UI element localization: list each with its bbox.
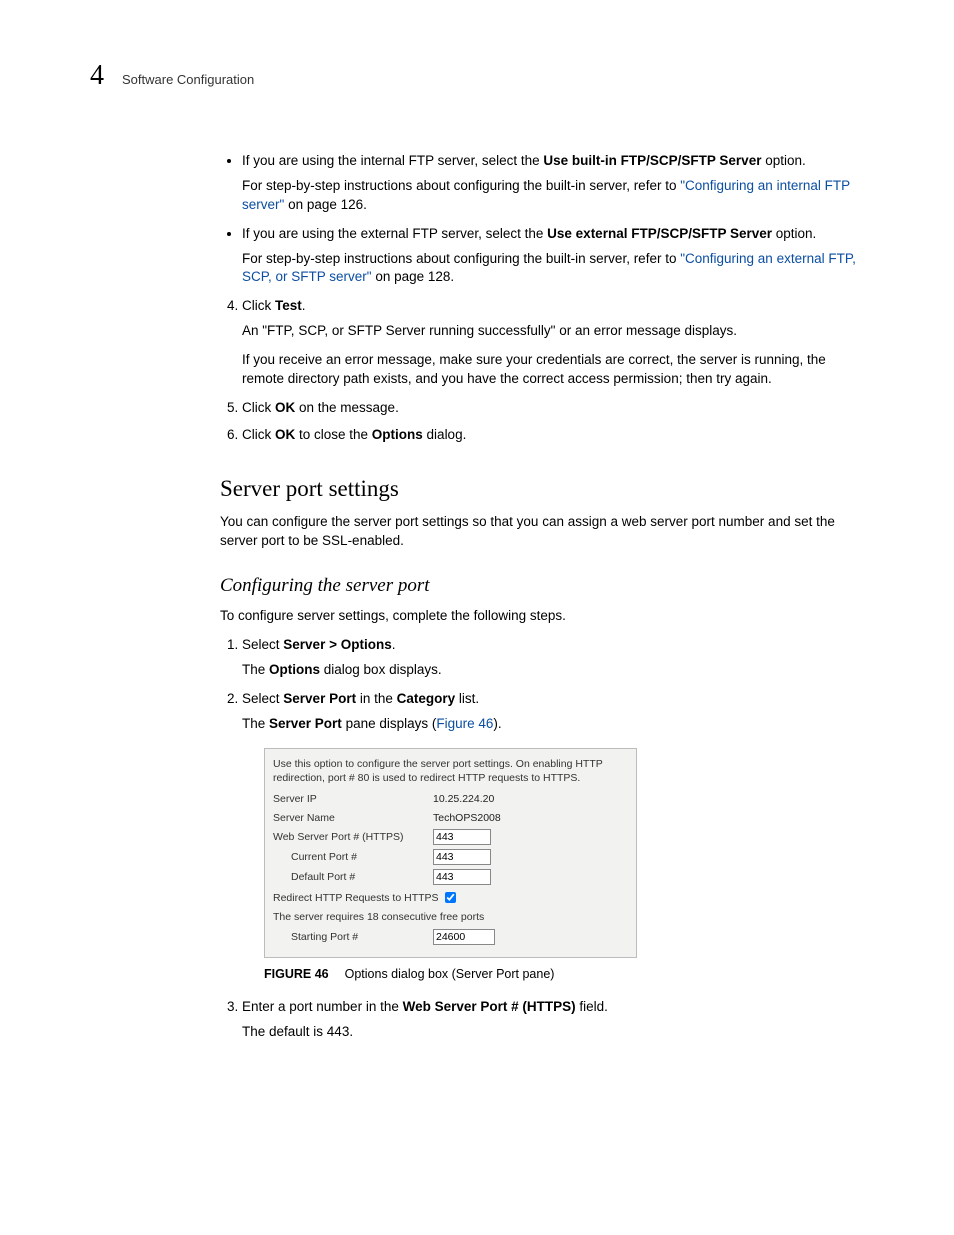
body-text: on page 128.: [372, 269, 455, 284]
step-item: Click OK to close the Options dialog.: [242, 426, 864, 445]
body-text: Enter a port number in the: [242, 999, 403, 1014]
body-text: on page 126.: [284, 197, 367, 212]
section-intro: You can configure the server port settin…: [220, 513, 864, 551]
body-text: The: [242, 716, 269, 731]
field-label-current-port: Current Port #: [273, 850, 433, 865]
body-text: Click: [242, 400, 275, 415]
section-heading: Server port settings: [220, 473, 864, 505]
body-text: dialog.: [423, 427, 467, 442]
figure-ref-link[interactable]: Figure 46: [436, 716, 493, 731]
body-text: option.: [761, 153, 805, 168]
field-row: Default Port #: [273, 869, 628, 885]
step-list-continued: Click Test. An "FTP, SCP, or SFTP Server…: [220, 297, 864, 444]
ui-ref-bold: Server Port: [269, 716, 342, 731]
ui-ref-bold: Server Port: [283, 691, 356, 706]
subsection-intro: To configure server settings, complete t…: [220, 607, 864, 626]
body-text: For step-by-step instructions about conf…: [242, 178, 680, 193]
body-text: The: [242, 662, 269, 677]
chapter-number: 4: [90, 60, 104, 92]
subsection-heading: Configuring the server port: [220, 573, 864, 600]
step-item: Select Server > Options. The Options dia…: [242, 636, 864, 680]
body-text: For step-by-step instructions about conf…: [242, 251, 680, 266]
ui-ref-bold: OK: [275, 400, 295, 415]
body-text: on the message.: [295, 400, 399, 415]
step-item: Enter a port number in the Web Server Po…: [242, 998, 864, 1042]
field-value-server-ip: 10.25.224.20: [433, 792, 494, 807]
body-text: If you are using the external FTP server…: [242, 226, 547, 241]
step-item: Click OK on the message.: [242, 399, 864, 418]
body-text: list.: [455, 691, 479, 706]
body-text: dialog box displays.: [320, 662, 442, 677]
body-text: Select: [242, 691, 283, 706]
ui-ref-bold: Use built-in FTP/SCP/SFTP Server: [543, 153, 761, 168]
step-paragraph: The Server Port pane displays (Figure 46…: [242, 715, 864, 734]
sub-paragraph: For step-by-step instructions about conf…: [242, 250, 864, 288]
body-text: pane displays (: [342, 716, 437, 731]
input-default-port[interactable]: [433, 869, 491, 885]
body-text: field.: [576, 999, 608, 1014]
ui-ref-bold: Test: [275, 298, 302, 313]
ui-ref-bold: Server > Options: [283, 637, 391, 652]
figure-caption-label: FIGURE 46: [264, 967, 329, 981]
chapter-title: Software Configuration: [122, 72, 254, 87]
body-text: Select: [242, 637, 283, 652]
step-paragraph: If you receive an error message, make su…: [242, 351, 864, 389]
ui-ref-bold: OK: [275, 427, 295, 442]
field-label-server-name: Server Name: [273, 811, 433, 826]
step-item: Select Server Port in the Category list.…: [242, 690, 864, 984]
figure-server-port-pane: Use this option to configure the server …: [264, 748, 637, 958]
field-row: Server Name TechOPS2008: [273, 811, 628, 826]
field-value-server-name: TechOPS2008: [433, 811, 501, 826]
input-current-port[interactable]: [433, 849, 491, 865]
field-label-free-ports: The server requires 18 consecutive free …: [273, 910, 484, 925]
field-row: Starting Port #: [273, 929, 628, 945]
step-paragraph: An "FTP, SCP, or SFTP Server running suc…: [242, 322, 864, 341]
field-label-redirect: Redirect HTTP Requests to HTTPS: [273, 891, 439, 906]
bullet-list: If you are using the internal FTP server…: [220, 152, 864, 287]
ui-ref-bold: Options: [269, 662, 320, 677]
field-row: The server requires 18 consecutive free …: [273, 910, 628, 925]
body-text: Click: [242, 427, 275, 442]
ui-ref-bold: Options: [372, 427, 423, 442]
body-text: Click: [242, 298, 275, 313]
ui-ref-bold: Web Server Port # (HTTPS): [403, 999, 576, 1014]
body-text: option.: [772, 226, 816, 241]
field-row: Current Port #: [273, 849, 628, 865]
input-starting-port[interactable]: [433, 929, 495, 945]
page-header: 4 Software Configuration: [90, 60, 864, 92]
body-text: in the: [356, 691, 397, 706]
body-text: .: [392, 637, 396, 652]
body-text: .: [302, 298, 306, 313]
body-text: to close the: [295, 427, 372, 442]
ui-ref-bold: Use external FTP/SCP/SFTP Server: [547, 226, 772, 241]
field-row: Redirect HTTP Requests to HTTPS: [273, 889, 628, 906]
page: 4 Software Configuration If you are usin…: [0, 0, 954, 1235]
step-list: Select Server > Options. The Options dia…: [220, 636, 864, 1041]
body-text: If you are using the internal FTP server…: [242, 153, 543, 168]
checkbox-redirect-https[interactable]: [445, 892, 456, 903]
field-label-starting-port: Starting Port #: [273, 930, 433, 945]
field-label-server-ip: Server IP: [273, 792, 433, 807]
content-body: If you are using the internal FTP server…: [220, 152, 864, 1041]
step-paragraph: The default is 443.: [242, 1023, 864, 1042]
body-text: ).: [493, 716, 501, 731]
step-item: Click Test. An "FTP, SCP, or SFTP Server…: [242, 297, 864, 389]
input-web-port[interactable]: [433, 829, 491, 845]
figure-caption-text: Options dialog box (Server Port pane): [345, 967, 555, 981]
step-paragraph: The Options dialog box displays.: [242, 661, 864, 680]
sub-paragraph: For step-by-step instructions about conf…: [242, 177, 864, 215]
field-label-default-port: Default Port #: [273, 870, 433, 885]
field-row: Server IP 10.25.224.20: [273, 792, 628, 807]
figure-caption: FIGURE 46 Options dialog box (Server Port…: [264, 966, 864, 984]
field-row: Web Server Port # (HTTPS): [273, 829, 628, 845]
ui-ref-bold: Category: [397, 691, 456, 706]
figure-description: Use this option to configure the server …: [273, 757, 628, 786]
field-label-web-port: Web Server Port # (HTTPS): [273, 830, 433, 845]
bullet-item: If you are using the external FTP server…: [242, 225, 864, 288]
bullet-item: If you are using the internal FTP server…: [242, 152, 864, 215]
